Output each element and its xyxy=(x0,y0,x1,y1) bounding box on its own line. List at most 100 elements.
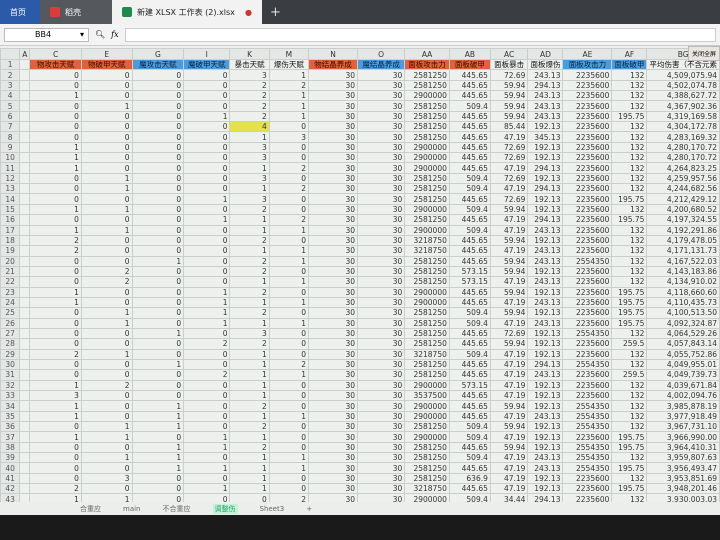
row-header[interactable]: 16 xyxy=(0,214,21,226)
cell[interactable]: 4,280,170.72 xyxy=(646,141,720,154)
cell[interactable]: 59.94 xyxy=(489,203,529,216)
cell[interactable]: 59.94 xyxy=(489,100,529,112)
cell[interactable]: 72.69 xyxy=(489,193,529,205)
cell[interactable]: 30 xyxy=(357,90,406,102)
cell[interactable]: 30 xyxy=(308,214,359,226)
cell[interactable]: 2 xyxy=(229,265,270,278)
cell[interactable]: 3 xyxy=(229,193,270,205)
header-cell[interactable]: 面板暴击 xyxy=(489,58,529,71)
cell[interactable]: 195.75 xyxy=(611,193,648,205)
cell[interactable]: 30 xyxy=(357,338,406,350)
name-box[interactable]: BB4 ▾ xyxy=(4,27,89,42)
cell[interactable]: 2235600 xyxy=(562,234,613,247)
cell[interactable]: 30 xyxy=(357,162,406,174)
cell[interactable]: 30 xyxy=(357,286,406,298)
cell[interactable]: 30 xyxy=(308,286,359,298)
cell[interactable]: 0 xyxy=(131,131,185,143)
cell[interactable]: 72.69 xyxy=(489,327,529,340)
cell[interactable]: 0 xyxy=(183,152,231,164)
cell[interactable] xyxy=(19,431,31,443)
cell[interactable]: 0 xyxy=(80,234,133,247)
cell[interactable]: 30 xyxy=(357,131,406,143)
cell[interactable]: 445.65 xyxy=(448,90,491,102)
cell[interactable]: 445.65 xyxy=(448,162,491,174)
cell[interactable]: 47.19 xyxy=(489,183,529,195)
cell[interactable]: 192.13 xyxy=(527,441,564,454)
cell[interactable]: 509.4 xyxy=(448,317,491,329)
cell[interactable]: 2 xyxy=(29,245,82,257)
cell[interactable]: 0 xyxy=(80,79,133,92)
cell[interactable]: 2235600 xyxy=(562,100,613,112)
cell[interactable]: 3,953,851.69 xyxy=(646,472,720,485)
cell[interactable]: 0 xyxy=(183,131,231,143)
cell[interactable]: 636.9 xyxy=(448,472,491,485)
cell[interactable]: 132 xyxy=(611,358,648,371)
cell[interactable]: 1 xyxy=(229,472,270,485)
zoom-search-icon[interactable]: 🔍︎ xyxy=(95,30,105,39)
cell[interactable]: 195.75 xyxy=(611,441,648,454)
cell[interactable]: 30 xyxy=(357,152,406,164)
cell[interactable]: 243.13 xyxy=(527,69,564,81)
cell[interactable]: 445.65 xyxy=(448,462,491,474)
tab-docer[interactable]: 稻壳 xyxy=(40,0,112,24)
cell[interactable]: 0 xyxy=(131,152,185,164)
close-icon[interactable]: ● xyxy=(245,8,252,17)
cell[interactable]: 2581250 xyxy=(404,307,450,319)
cell[interactable] xyxy=(19,110,31,123)
cell[interactable]: 0 xyxy=(183,421,231,433)
header-cell[interactable]: 物结晶养成 xyxy=(308,58,359,71)
cell[interactable]: 195.75 xyxy=(611,214,648,226)
cell[interactable]: 30 xyxy=(357,348,406,360)
cell[interactable]: 2 xyxy=(229,100,270,112)
cell[interactable] xyxy=(19,121,31,133)
cell[interactable]: 1 xyxy=(268,462,310,474)
cell[interactable]: 2581250 xyxy=(404,369,450,381)
cell[interactable]: 243.13 xyxy=(527,452,564,464)
row-header[interactable]: 36 xyxy=(0,421,21,433)
cell[interactable]: 445.65 xyxy=(448,410,491,423)
column-header-k[interactable]: K xyxy=(229,48,270,60)
cell[interactable]: 243.13 xyxy=(527,224,564,236)
cell[interactable]: 2235600 xyxy=(562,183,613,195)
cell[interactable]: 2235600 xyxy=(562,214,613,226)
cell[interactable]: 2900000 xyxy=(404,90,450,102)
cell[interactable]: 192.13 xyxy=(527,121,564,133)
cell[interactable]: 0 xyxy=(131,483,185,495)
cell[interactable]: 0 xyxy=(29,276,82,288)
cell[interactable]: 30 xyxy=(357,121,406,133)
cell[interactable]: 132 xyxy=(611,379,648,392)
cell[interactable]: 1 xyxy=(183,317,231,329)
cell[interactable]: 2581250 xyxy=(404,327,450,340)
row-header[interactable]: 18 xyxy=(0,234,21,247)
cell[interactable]: 0 xyxy=(183,358,231,371)
cell[interactable]: 2235600 xyxy=(562,265,613,278)
row-header[interactable]: 6 xyxy=(0,110,21,123)
cell[interactable]: 30 xyxy=(357,110,406,123)
row-header[interactable]: 24 xyxy=(0,296,21,309)
cell[interactable]: 2581250 xyxy=(404,338,450,350)
cell[interactable]: 30 xyxy=(357,276,406,288)
cell[interactable]: 47.19 xyxy=(489,348,529,360)
cell[interactable]: 3,948,201.46 xyxy=(646,483,720,495)
cell[interactable]: 1 xyxy=(183,462,231,474)
cell[interactable]: 30 xyxy=(308,462,359,474)
cell[interactable]: 3,985,878.19 xyxy=(646,400,720,412)
header-cell[interactable]: 面板攻击力 xyxy=(404,58,450,71)
cell[interactable]: 47.19 xyxy=(489,472,529,485)
cell[interactable]: 1 xyxy=(131,462,185,474)
select-all-corner[interactable] xyxy=(0,48,21,60)
cell[interactable]: 0 xyxy=(131,79,185,92)
cell[interactable]: 30 xyxy=(357,79,406,92)
cell[interactable]: 30 xyxy=(357,389,406,402)
cell[interactable]: 30 xyxy=(308,327,359,340)
cell[interactable]: 3218750 xyxy=(404,483,450,495)
row-header[interactable]: 7 xyxy=(0,121,21,133)
cell[interactable]: 192.13 xyxy=(527,141,564,154)
row-header[interactable]: 11 xyxy=(0,162,21,174)
cell[interactable]: 0 xyxy=(80,410,133,423)
cell[interactable]: 509.4 xyxy=(448,100,491,112)
cell[interactable]: 192.13 xyxy=(527,389,564,402)
column-header-e[interactable]: E xyxy=(80,48,133,60)
cell[interactable]: 195.75 xyxy=(611,483,648,495)
cell[interactable]: 192.13 xyxy=(527,421,564,433)
